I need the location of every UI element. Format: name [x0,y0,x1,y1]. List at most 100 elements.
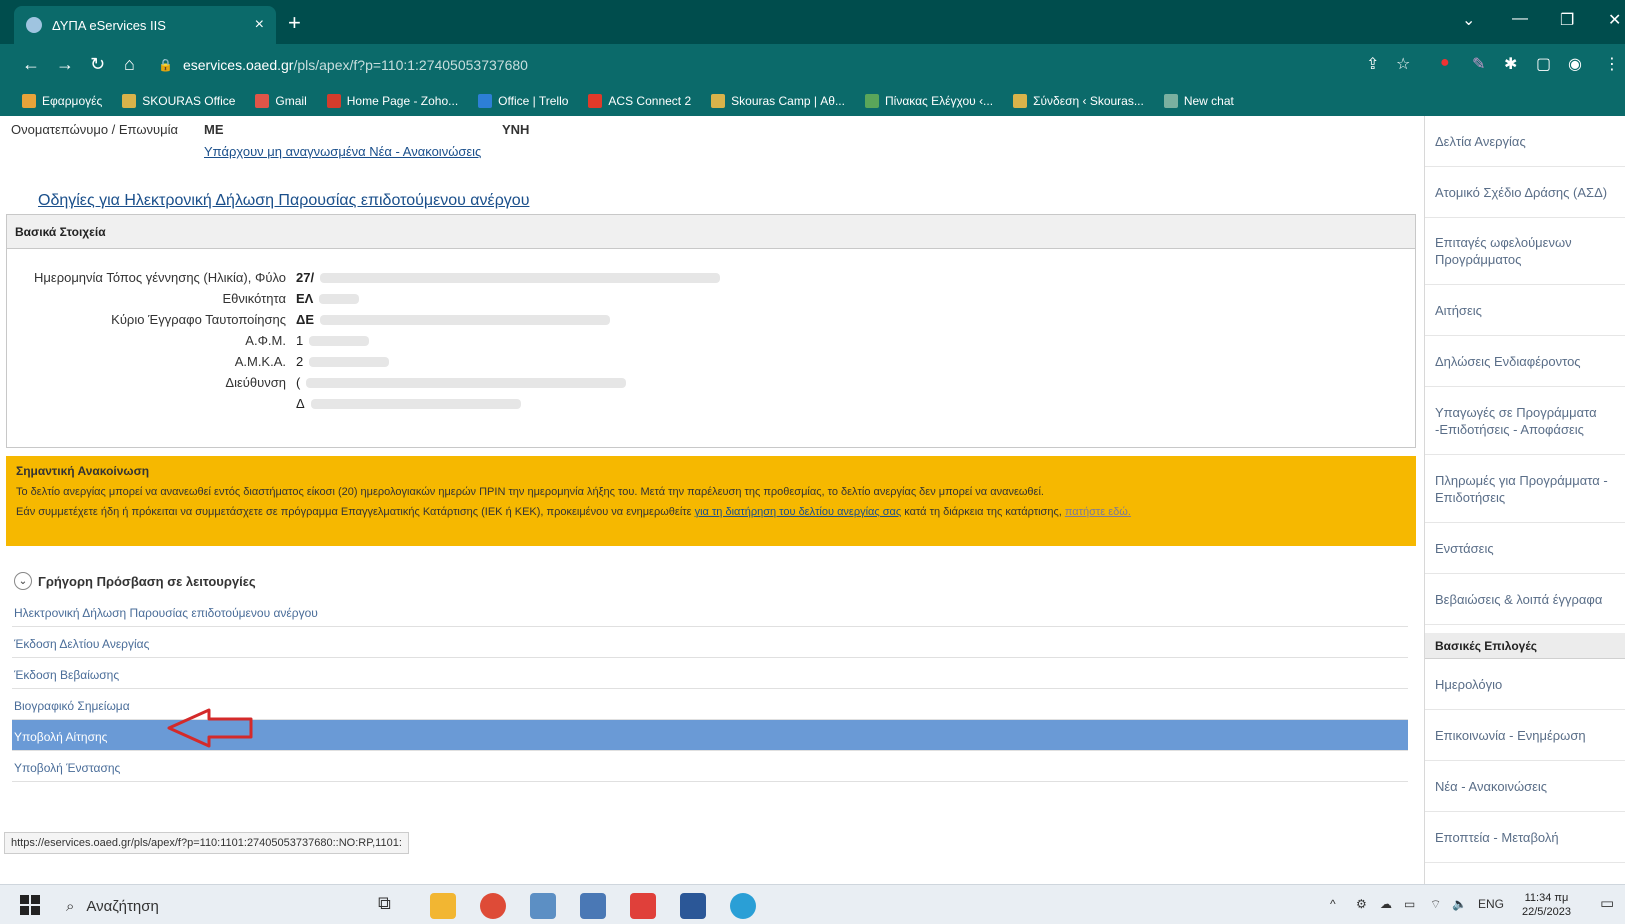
profile-avatar-icon[interactable]: ◉ [1568,54,1582,74]
info-row: Δ [26,396,521,411]
battery-icon[interactable]: ▭ [1404,897,1415,911]
sidebar-item[interactable]: Υπαγωγές σε Προγράμματα -Επιδοτήσεις - Α… [1425,387,1625,455]
click-here-link[interactable]: πατήστε εδώ. [1065,506,1131,518]
basic-info-panel: Βασικά Στοιχεία [6,214,1416,448]
bookmark-item[interactable]: Skouras Camp | Αθ... [711,94,845,108]
bookmark-item[interactable]: New chat [1163,94,1234,108]
volume-icon[interactable]: 🔈 [1452,897,1467,911]
back-icon[interactable]: ← [22,54,40,75]
sidebar-item[interactable]: Επιταγές ωφελούμενων Προγράμματος [1425,218,1625,285]
taskbar-clock[interactable]: 11:34 πμ 22/5/2023 [1522,891,1571,919]
clock-time: 11:34 πμ [1524,892,1569,904]
extension-pen-icon[interactable]: ✎ [1472,54,1485,74]
word-icon[interactable] [680,893,706,919]
anydesk-icon[interactable] [630,893,656,919]
redacted-text [310,399,521,409]
bookmark-item[interactable]: SKOURAS Office [122,94,235,108]
file-explorer-icon[interactable] [430,893,456,919]
sidebar-item[interactable]: Νέα - Ανακοινώσεις [1425,761,1625,812]
chrome-icon[interactable] [480,893,506,919]
bookmark-item[interactable]: ACS Connect 2 [588,94,691,108]
lock-icon: 🔒 [158,58,173,72]
gmail-icon [255,94,270,108]
quick-access-list: Ηλεκτρονική Δήλωση Παρουσίας επιδοτούμεν… [12,596,1408,782]
quick-access-toggle[interactable]: ⌄ Γρήγορη Πρόσβαση σε λειτουργίες [14,572,256,590]
bookmark-favicon-icon [122,94,137,108]
sidebar-item[interactable]: Ατομικό Σχέδιο Δράσης (ΑΣΔ) [1425,167,1625,218]
calculator-icon[interactable] [580,893,606,919]
info-row: Διεύθυνση( [26,375,627,390]
task-view-icon[interactable]: ⧉ [378,893,404,919]
bookmark-item[interactable]: Gmail [255,94,307,108]
notice-line-1: Το δελτίο ανεργίας μπορεί να ανανεωθεί ε… [16,486,1044,498]
extension-red-icon[interactable]: ● [1440,54,1450,72]
sidebar-item[interactable]: Αιτήσεις [1425,285,1625,336]
notice-title: Σημαντική Ανακοίνωση [16,464,150,478]
bookmark-item[interactable]: Home Page - Zoho... [326,94,458,108]
tray-chevron-up-icon[interactable]: ^ [1330,897,1336,911]
notifications-icon[interactable]: ▭ [1600,894,1614,912]
quick-access-item[interactable]: Ηλεκτρονική Δήλωση Παρουσίας επιδοτούμεν… [12,596,1408,627]
sidebar-item[interactable]: Ενστάσεις [1425,523,1625,574]
network-icon[interactable]: ⌔ [1430,897,1441,912]
bookmark-item[interactable]: Office | Trello [478,94,568,108]
bookmark-item[interactable]: Εφαρμογές [22,94,102,108]
home-icon[interactable]: ⌂ [124,54,135,75]
bookmark-item[interactable]: Πίνακας Ελέγχου ‹... [864,94,993,108]
app-icon[interactable] [530,893,556,919]
windows-taskbar: ⌕ Αναζήτηση ⧉ ^ ⚙ ☁ ▭ ⌔ 🔈 ENG 11:34 πμ 2… [0,884,1625,924]
site-favicon-icon [26,17,42,33]
tray-app-icon[interactable]: ⚙ [1356,897,1367,911]
info-row: Α.Φ.Μ. 1 [26,333,370,348]
search-icon: ⌕ [66,897,75,915]
windows-start-icon[interactable] [20,895,40,915]
quick-access-item[interactable]: Υποβολή Ένστασης [12,751,1408,782]
sidebar-item[interactable]: Ημερολόγιο [1425,659,1625,710]
right-sidebar: Δελτία Ανεργίας Ατομικό Σχέδιο Δράσης (Α… [1424,116,1625,884]
training-unemployment-link[interactable]: για τη διατήρηση του δελτίου ανεργίας σα… [695,506,902,518]
sidebar-item[interactable]: Δελτία Ανεργίας [1425,116,1625,167]
bookmark-star-icon[interactable]: ☆ [1396,54,1410,74]
redacted-text [319,294,360,304]
reload-icon[interactable]: ↻ [90,54,105,75]
sidebar-item[interactable]: Επικοινωνία - Ενημέρωση [1425,710,1625,761]
onedrive-icon[interactable]: ☁ [1380,897,1392,911]
extensions-puzzle-icon[interactable]: ✱ [1504,54,1517,74]
sidebar-section-title: Βασικές Επιλογές [1425,633,1625,659]
notice-line-2: Εάν συμμετέχετε ήδη ή πρόκειται να συμμε… [16,506,1131,518]
instructions-link[interactable]: Οδηγίες για Ηλεκτρονική Δήλωση Παρουσίας… [38,192,529,210]
sidebar-item[interactable]: Βεβαιώσεις & λοιπά έγγραφα [1425,574,1625,625]
share-icon[interactable]: ⇪ [1366,54,1379,74]
input-language[interactable]: ENG [1478,897,1504,911]
taskbar-search[interactable]: ⌕ Αναζήτηση [66,893,376,919]
browser-tab[interactable]: ΔΥΠΑ eServices IIS × [14,6,276,44]
minimize-button[interactable]: — [1512,10,1528,28]
info-row: Κύριο Έγγραφο Ταυτοποίησης ΔΕ [26,312,611,327]
name-value-end: ΥΝΗ [502,122,530,137]
browser-tab-bar: ΔΥΠΑ eServices IIS × + ⌄ — ❐ ✕ [0,0,1625,44]
quick-access-item[interactable]: Έκδοση Δελτίου Ανεργίας [12,627,1408,658]
sidepanel-icon[interactable]: ▢ [1536,54,1551,74]
important-notice: Σημαντική Ανακοίνωση Το δελτίο ανεργίας … [6,456,1416,546]
bookmark-item[interactable]: Σύνδεση ‹ Skouras... [1013,94,1144,108]
unread-news-link[interactable]: Υπάρχουν μη αναγνωσμένα Νέα - Ανακοινώσε… [204,144,481,159]
sidebar-item[interactable]: Δηλώσεις Ενδιαφέροντος [1425,336,1625,387]
info-row: Α.Μ.Κ.Α. 2 [26,354,390,369]
redacted-text [309,357,390,367]
apps-grid-icon [22,94,36,108]
redacted-text [320,315,611,325]
sidebar-item[interactable]: Πληρωμές για Προγράμματα - Επιδοτήσεις [1425,455,1625,523]
new-tab-button[interactable]: + [288,10,301,36]
maximize-button[interactable]: ❐ [1560,10,1574,30]
close-tab-icon[interactable]: × [255,16,264,34]
sidebar-item[interactable]: Εποπτεία - Μεταβολή [1425,812,1625,863]
browser-menu-icon[interactable]: ⋮ [1604,54,1620,74]
url-field[interactable]: 🔒 eservices.oaed.gr /pls/apex/f?p=110:1:… [158,50,1358,80]
forward-icon[interactable]: → [56,54,74,75]
edge-icon[interactable] [730,893,756,919]
tab-search-icon[interactable]: ⌄ [1462,10,1475,30]
redacted-text [309,336,370,346]
quick-access-item[interactable]: Έκδοση Βεβαίωσης [12,658,1408,689]
close-window-button[interactable]: ✕ [1608,10,1621,30]
info-row: Ημερομηνία Τόπος γέννησης (Ηλικία), Φύλο… [26,270,721,285]
